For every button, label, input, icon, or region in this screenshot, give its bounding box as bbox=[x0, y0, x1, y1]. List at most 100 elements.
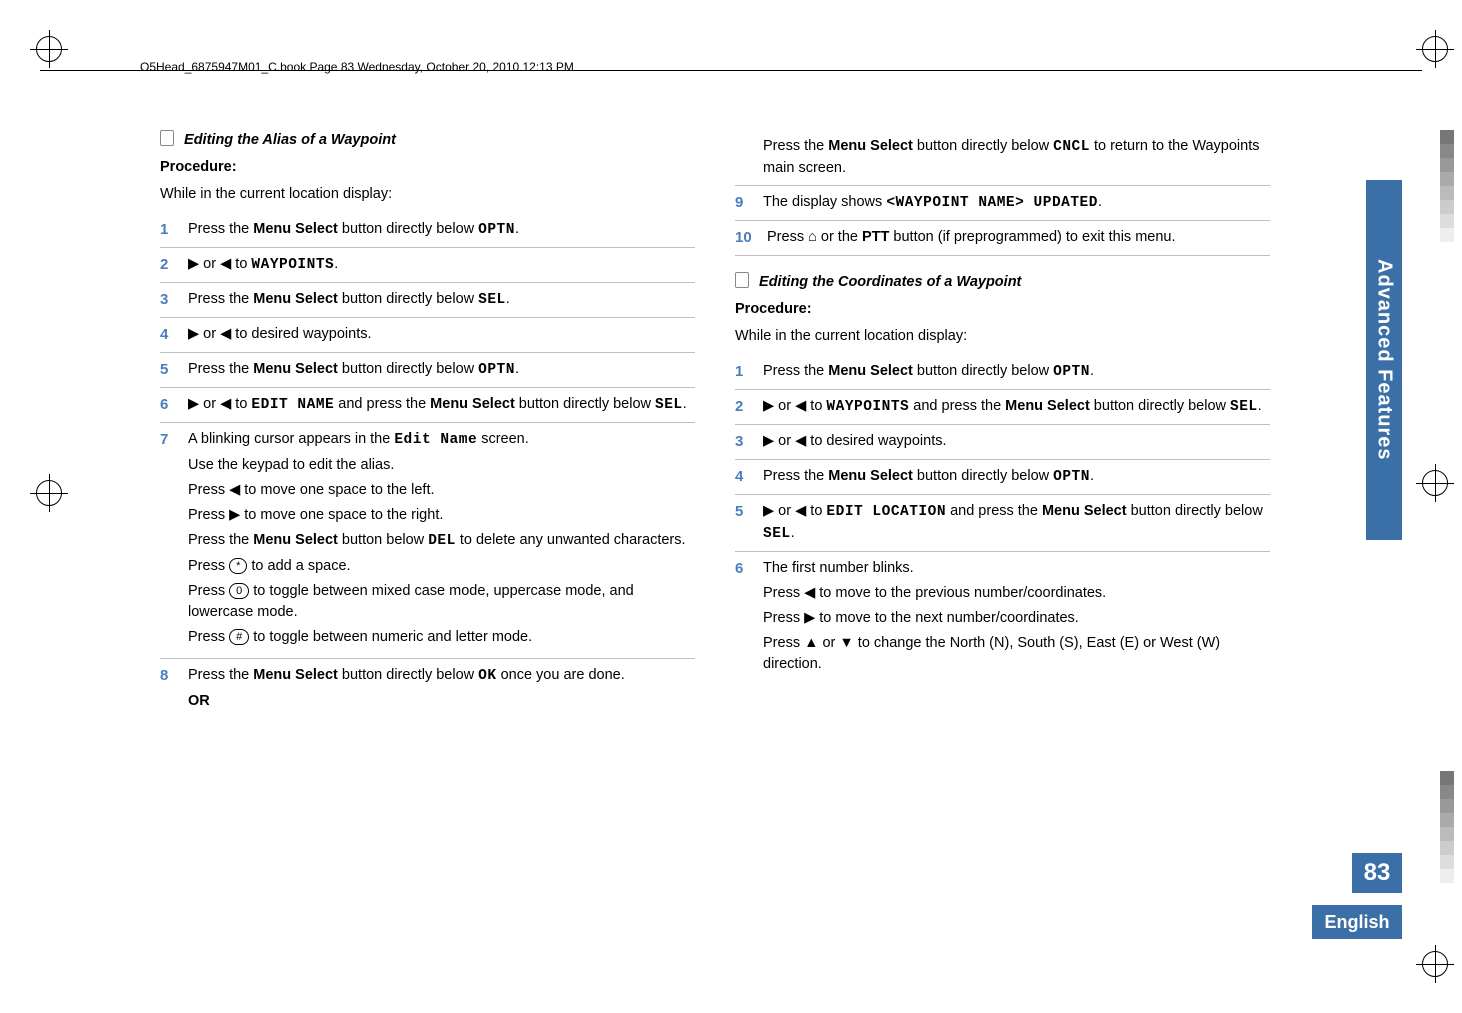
left-arrow-icon: ◀ bbox=[804, 585, 815, 601]
right-arrow-icon: ▶ bbox=[188, 326, 199, 342]
step-number: 6 bbox=[160, 394, 188, 416]
step-item: 4 ▶ or ◀ to desired waypoints. bbox=[160, 318, 695, 353]
registration-mark-icon bbox=[1422, 470, 1448, 496]
step-item: 7 A blinking cursor appears in the Edit … bbox=[160, 423, 695, 659]
step-number: 3 bbox=[160, 289, 188, 311]
color-bar-icon bbox=[1440, 771, 1454, 883]
step-item: Press the Menu Select button directly be… bbox=[735, 130, 1270, 186]
star-key-icon: * bbox=[229, 558, 247, 574]
left-arrow-icon: ◀ bbox=[795, 398, 806, 414]
step-list: 1 Press the Menu Select button directly … bbox=[160, 213, 695, 722]
home-icon: ⌂ bbox=[808, 229, 817, 245]
right-arrow-icon: ▶ bbox=[229, 507, 240, 523]
section-title: Editing the Coordinates of a Waypoint bbox=[735, 272, 1270, 293]
step-text: Press ⌂ or the PTT button (if preprogram… bbox=[767, 227, 1270, 248]
procedure-label: Procedure: bbox=[735, 299, 1270, 320]
step-number: 4 bbox=[160, 324, 188, 346]
page-container: O5Head_6875947M01_C.book Page 83 Wednesd… bbox=[0, 0, 1462, 1013]
step-number: 6 bbox=[735, 558, 763, 580]
down-arrow-icon: ▼ bbox=[839, 635, 853, 651]
step-number: 1 bbox=[160, 219, 188, 241]
title-text: Editing the Alias of a Waypoint bbox=[184, 132, 396, 148]
step-item: 3 ▶ or ◀ to desired waypoints. bbox=[735, 425, 1270, 460]
step-list: 1 Press the Menu Select button directly … bbox=[735, 355, 1270, 685]
right-arrow-icon: ▶ bbox=[763, 398, 774, 414]
step-number: 9 bbox=[735, 192, 763, 214]
right-arrow-icon: ▶ bbox=[188, 396, 199, 412]
intro-text: While in the current location display: bbox=[735, 326, 1270, 347]
header-text: O5Head_6875947M01_C.book Page 83 Wednesd… bbox=[140, 60, 574, 74]
step-text: Press the Menu Select button directly be… bbox=[188, 665, 695, 716]
step-number: 2 bbox=[735, 396, 763, 418]
up-arrow-icon: ▲ bbox=[804, 635, 818, 651]
right-arrow-icon: ▶ bbox=[188, 256, 199, 272]
left-arrow-icon: ◀ bbox=[220, 256, 231, 272]
step-text: A blinking cursor appears in the Edit Na… bbox=[188, 429, 695, 652]
left-arrow-icon: ◀ bbox=[795, 503, 806, 519]
step-text: The first number blinks. Press ◀ to move… bbox=[763, 558, 1270, 679]
step-number: 4 bbox=[735, 466, 763, 488]
step-number: 8 bbox=[160, 665, 188, 687]
step-number: 5 bbox=[735, 501, 763, 523]
step-item: 9 The display shows <WAYPOINT NAME> UPDA… bbox=[735, 186, 1270, 221]
intro-text: While in the current location display: bbox=[160, 184, 695, 205]
step-item: 3 Press the Menu Select button directly … bbox=[160, 283, 695, 318]
step-number: 2 bbox=[160, 254, 188, 276]
step-number: 1 bbox=[735, 361, 763, 383]
step-text: Press the Menu Select button directly be… bbox=[763, 466, 1270, 488]
step-item: 6 The first number blinks. Press ◀ to mo… bbox=[735, 552, 1270, 685]
crop-line bbox=[40, 70, 1422, 71]
step-item: 2 ▶ or ◀ to WAYPOINTS and press the Menu… bbox=[735, 390, 1270, 425]
registration-mark-icon bbox=[36, 480, 62, 506]
step-item: 6 ▶ or ◀ to EDIT NAME and press the Menu… bbox=[160, 388, 695, 423]
hash-key-icon: # bbox=[229, 629, 249, 645]
registration-mark-icon bbox=[36, 36, 62, 62]
step-text: Press the Menu Select button directly be… bbox=[763, 361, 1270, 383]
step-text: ▶ or ◀ to desired waypoints. bbox=[188, 324, 695, 345]
left-arrow-icon: ◀ bbox=[220, 326, 231, 342]
step-item: 4 Press the Menu Select button directly … bbox=[735, 460, 1270, 495]
step-item: 10 Press ⌂ or the PTT button (if preprog… bbox=[735, 221, 1270, 256]
left-arrow-icon: ◀ bbox=[795, 433, 806, 449]
step-number: 3 bbox=[735, 431, 763, 453]
step-text: The display shows <WAYPOINT NAME> UPDATE… bbox=[763, 192, 1270, 214]
step-text: ▶ or ◀ to WAYPOINTS and press the Menu S… bbox=[763, 396, 1270, 418]
procedure-label: Procedure: bbox=[160, 157, 695, 178]
title-text: Editing the Coordinates of a Waypoint bbox=[759, 274, 1021, 290]
step-item: 1 Press the Menu Select button directly … bbox=[735, 355, 1270, 390]
step-text: ▶ or ◀ to desired waypoints. bbox=[763, 431, 1270, 452]
step-number: 5 bbox=[160, 359, 188, 381]
step-text: Press the Menu Select button directly be… bbox=[188, 219, 695, 241]
step-item: 8 Press the Menu Select button directly … bbox=[160, 659, 695, 722]
zero-key-icon: 0 bbox=[229, 583, 249, 599]
step-text: Press the Menu Select button directly be… bbox=[188, 289, 695, 311]
section-tab: Advanced Features bbox=[1366, 180, 1402, 540]
registration-mark-icon bbox=[1422, 36, 1448, 62]
step-list: Press the Menu Select button directly be… bbox=[735, 130, 1270, 256]
right-arrow-icon: ▶ bbox=[804, 610, 815, 626]
right-arrow-icon: ▶ bbox=[763, 503, 774, 519]
step-text: ▶ or ◀ to EDIT NAME and press the Menu S… bbox=[188, 394, 695, 416]
language-label: English bbox=[1312, 905, 1402, 939]
step-item: 5 ▶ or ◀ to EDIT LOCATION and press the … bbox=[735, 495, 1270, 552]
left-arrow-icon: ◀ bbox=[220, 396, 231, 412]
step-text: Press the Menu Select button directly be… bbox=[188, 359, 695, 381]
left-arrow-icon: ◀ bbox=[229, 482, 240, 498]
document-icon bbox=[735, 272, 749, 288]
content-columns: Editing the Alias of a Waypoint Procedur… bbox=[160, 130, 1270, 722]
right-arrow-icon: ▶ bbox=[763, 433, 774, 449]
document-icon bbox=[160, 130, 174, 146]
page-number: 83 bbox=[1352, 853, 1402, 893]
step-text: Press the Menu Select button directly be… bbox=[763, 136, 1270, 179]
registration-mark-icon bbox=[1422, 951, 1448, 977]
color-bar-icon bbox=[1440, 130, 1454, 242]
step-item: 1 Press the Menu Select button directly … bbox=[160, 213, 695, 248]
section-title: Editing the Alias of a Waypoint bbox=[160, 130, 695, 151]
step-text: ▶ or ◀ to EDIT LOCATION and press the Me… bbox=[763, 501, 1270, 545]
step-item: 5 Press the Menu Select button directly … bbox=[160, 353, 695, 388]
right-column: Press the Menu Select button directly be… bbox=[735, 130, 1270, 722]
step-text: ▶ or ◀ to WAYPOINTS. bbox=[188, 254, 695, 276]
step-number: 10 bbox=[735, 227, 767, 249]
step-number: 7 bbox=[160, 429, 188, 451]
left-column: Editing the Alias of a Waypoint Procedur… bbox=[160, 130, 695, 722]
